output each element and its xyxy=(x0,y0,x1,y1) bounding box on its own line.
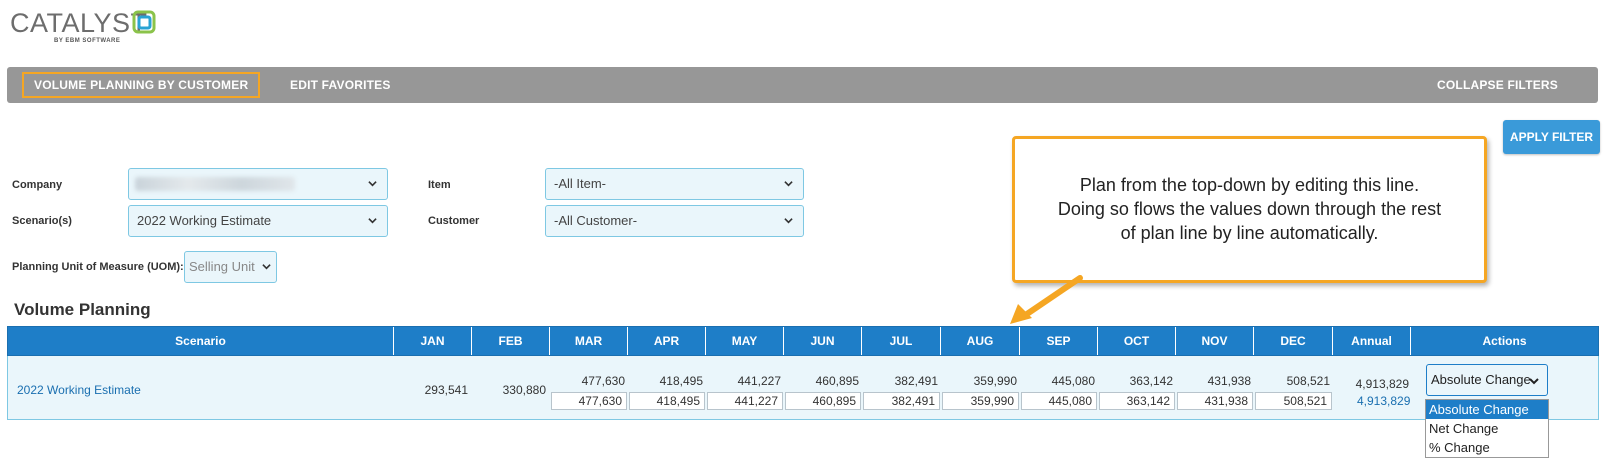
uom-select[interactable]: Selling Unit xyxy=(184,251,277,283)
chevron-down-icon xyxy=(784,218,793,224)
chevron-down-icon xyxy=(368,218,377,224)
header-jan: JAN xyxy=(394,327,472,355)
header-aug: AUG xyxy=(941,327,1020,355)
feb-value: 330,880 xyxy=(502,383,546,397)
header-mar: MAR xyxy=(550,327,628,355)
scenarios-select-value: 2022 Working Estimate xyxy=(137,213,272,228)
nov-value: 431,938 xyxy=(1207,374,1251,388)
apr-value: 418,495 xyxy=(659,374,703,388)
sep-input[interactable] xyxy=(1021,392,1097,410)
collapse-filters-button[interactable]: COLLAPSE FILTERS xyxy=(1437,72,1558,98)
option-absolute-change[interactable]: Absolute Change xyxy=(1426,400,1548,419)
customer-label: Customer xyxy=(428,215,480,227)
chevron-down-icon xyxy=(262,264,271,270)
callout-line: Doing so flows the values down through t… xyxy=(1057,199,1442,219)
company-value-redacted xyxy=(135,177,295,191)
item-select-value: -All Item- xyxy=(554,176,606,191)
option-net-change[interactable]: Net Change xyxy=(1426,419,1548,438)
header-oct: OCT xyxy=(1098,327,1176,355)
oct-value: 363,142 xyxy=(1129,374,1173,388)
apply-filter-button[interactable]: APPLY FILTER xyxy=(1503,120,1600,154)
scenario-link[interactable]: 2022 Working Estimate xyxy=(17,383,141,397)
header-annual: Annual xyxy=(1333,327,1411,355)
mar-input[interactable] xyxy=(551,392,627,410)
scenarios-label: Scenario(s) xyxy=(12,215,72,227)
scenarios-select[interactable]: 2022 Working Estimate xyxy=(128,205,388,237)
jul-value: 382,491 xyxy=(894,374,938,388)
sep-value: 445,080 xyxy=(1051,374,1095,388)
tab-volume-planning-by-customer[interactable]: VOLUME PLANNING BY CUSTOMER xyxy=(22,72,261,98)
header-actions: Actions xyxy=(1482,334,1527,348)
actions-select[interactable]: Absolute Change xyxy=(1426,364,1548,396)
dec-input[interactable] xyxy=(1255,392,1332,410)
header-dec: DEC xyxy=(1254,327,1333,355)
item-label: Item xyxy=(428,179,451,191)
table-header: Scenario JAN FEB MAR APR MAY JUN JUL AUG… xyxy=(7,326,1599,356)
apr-input[interactable] xyxy=(629,392,705,410)
callout-line: Plan from the top-down by editing this l… xyxy=(1079,175,1420,195)
jun-input[interactable] xyxy=(785,392,861,410)
header-may: MAY xyxy=(706,327,784,355)
item-select[interactable]: -All Item- xyxy=(545,168,804,200)
company-select[interactable] xyxy=(128,168,388,200)
header-jul: JUL xyxy=(862,327,941,355)
aug-value: 359,990 xyxy=(973,374,1017,388)
table-row: 2022 Working Estimate 293,541 330,880 47… xyxy=(7,356,1599,420)
actions-dropdown-list: Absolute Change Net Change % Change xyxy=(1425,399,1549,458)
header-scenario: Scenario xyxy=(8,327,394,355)
annual-link[interactable]: 4,913,829 xyxy=(1357,394,1410,408)
jun-value: 460,895 xyxy=(815,374,859,388)
logo-wordmark: CATALYST xyxy=(10,8,148,38)
nov-input[interactable] xyxy=(1177,392,1253,410)
uom-label: Planning Unit of Measure (UOM): xyxy=(12,261,184,273)
callout-box: Plan from the top-down by editing this l… xyxy=(1012,136,1487,283)
customer-select[interactable]: -All Customer- xyxy=(545,205,804,237)
section-title: Volume Planning xyxy=(14,300,151,319)
actions-select-value: Absolute Change xyxy=(1431,372,1531,387)
aug-input[interactable] xyxy=(942,392,1019,410)
header-apr: APR xyxy=(628,327,706,355)
header-jun: JUN xyxy=(784,327,862,355)
callout-line: of plan line by line automatically. xyxy=(1120,223,1379,243)
chevron-down-icon xyxy=(784,181,793,187)
option-percent-change[interactable]: % Change xyxy=(1426,438,1548,457)
nav-bar: VOLUME PLANNING BY CUSTOMER EDIT FAVORIT… xyxy=(7,67,1598,103)
customer-select-value: -All Customer- xyxy=(554,213,638,228)
header-sep: SEP xyxy=(1020,327,1098,355)
oct-input[interactable] xyxy=(1099,392,1175,410)
header-feb: FEB xyxy=(472,327,550,355)
annual-value: 4,913,829 xyxy=(1355,377,1409,391)
catalyst-logo: CATALYST BY EBM SOFTWARE xyxy=(10,8,170,44)
callout-arrow-icon xyxy=(1010,275,1083,324)
jan-value: 293,541 xyxy=(424,383,468,397)
may-value: 441,227 xyxy=(737,374,781,388)
logo-mark-icon xyxy=(132,10,156,34)
tab-edit-favorites[interactable]: EDIT FAVORITES xyxy=(290,72,391,98)
chevron-down-icon xyxy=(368,181,377,187)
chevron-down-icon xyxy=(1529,378,1539,385)
jul-input[interactable] xyxy=(863,392,940,410)
dec-value: 508,521 xyxy=(1286,374,1330,388)
mar-value: 477,630 xyxy=(581,374,625,388)
company-label: Company xyxy=(12,179,63,191)
uom-select-value: Selling Unit xyxy=(189,259,255,274)
header-nov: NOV xyxy=(1176,327,1254,355)
may-input[interactable] xyxy=(707,392,783,410)
logo-subtitle: BY EBM SOFTWARE xyxy=(54,38,121,44)
volume-planning-table: Scenario JAN FEB MAR APR MAY JUN JUL AUG… xyxy=(7,326,1599,420)
